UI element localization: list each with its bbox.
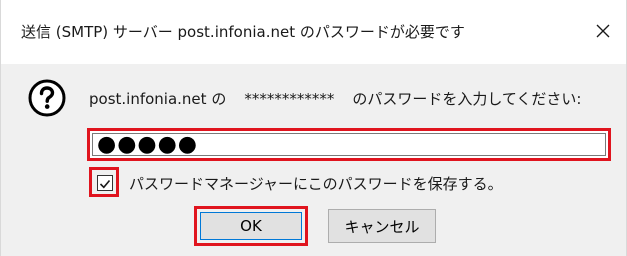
password-prompt: post.infonia.net の ************ のパスワードを入力し…: [89, 88, 581, 109]
close-icon: [596, 24, 610, 38]
password-highlight: ●●●●●: [87, 128, 611, 161]
prompt-masked-user: ************: [244, 90, 335, 108]
prompt-instruction: のパスワードを入力してください:: [352, 90, 582, 108]
cancel-button[interactable]: キャンセル: [328, 209, 436, 243]
password-input[interactable]: ●●●●●: [92, 132, 606, 157]
prompt-server: post.infonia.net の: [89, 90, 227, 108]
password-dialog: 送信 (SMTP) サーバー post.infonia.net のパスワードが必…: [0, 0, 627, 256]
close-button[interactable]: [586, 14, 620, 48]
ok-highlight: OK: [194, 206, 308, 246]
checkbox-highlight: [89, 167, 119, 197]
ok-button[interactable]: OK: [200, 212, 302, 240]
window-title: 送信 (SMTP) サーバー post.infonia.net のパスワードが必…: [21, 23, 465, 41]
remember-password-label[interactable]: パスワードマネージャーにこのパスワードを保存する。: [129, 173, 503, 194]
remember-password-checkbox[interactable]: [97, 175, 113, 191]
checkmark-icon: [99, 179, 111, 189]
title-bar: 送信 (SMTP) サーバー post.infonia.net のパスワードが必…: [1, 0, 626, 64]
question-icon: [28, 79, 66, 117]
